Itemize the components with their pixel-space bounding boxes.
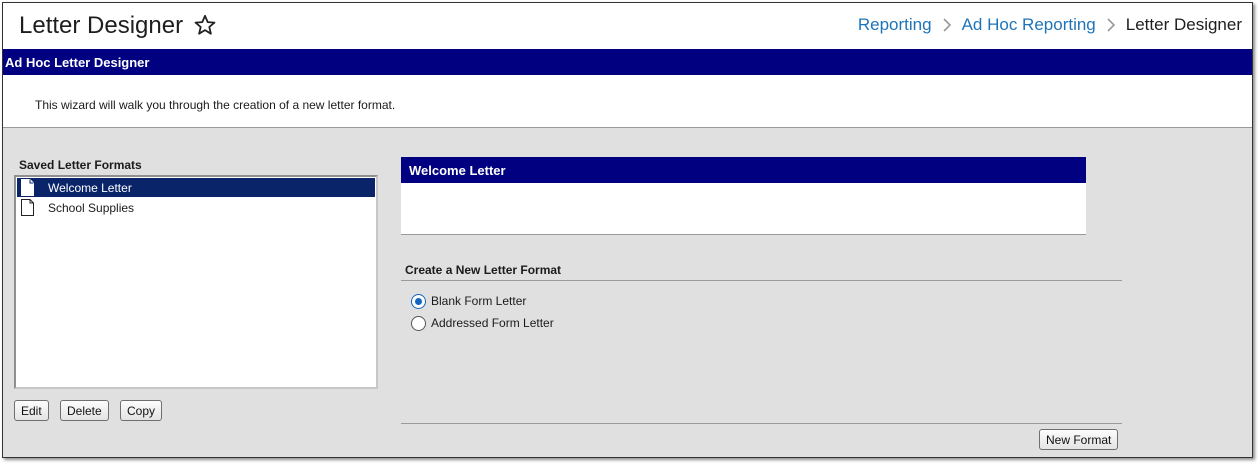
intro-text: This wizard will walk you through the cr… — [35, 98, 396, 112]
divider — [401, 280, 1122, 281]
delete-button[interactable]: Delete — [60, 400, 109, 421]
breadcrumb: Reporting Ad Hoc Reporting Letter Design… — [858, 15, 1242, 35]
addressed-form-letter-option[interactable]: Addressed Form Letter — [411, 314, 554, 332]
edit-button[interactable]: Edit — [14, 400, 49, 421]
saved-formats-label: Saved Letter Formats — [19, 158, 142, 172]
list-item-label: School Supplies — [48, 201, 135, 215]
star-icon[interactable] — [193, 13, 217, 37]
document-icon — [21, 199, 34, 216]
intro-panel: This wizard will walk you through the cr… — [3, 75, 1252, 128]
create-format-label: Create a New Letter Format — [405, 263, 562, 277]
blank-form-letter-option[interactable]: Blank Form Letter — [411, 292, 526, 310]
chevron-right-icon — [943, 18, 951, 32]
list-item-welcome-letter[interactable]: Welcome Letter — [17, 178, 375, 197]
document-icon — [21, 179, 34, 196]
breadcrumb-current: Letter Designer — [1125, 15, 1242, 34]
format-preview-panel: Welcome Letter — [401, 157, 1086, 235]
divider — [401, 423, 1122, 424]
radio-label: Addressed Form Letter — [431, 316, 554, 330]
page-title: Letter Designer — [19, 12, 184, 39]
tool-title-bar: Ad Hoc Letter Designer — [3, 49, 1252, 75]
new-format-button[interactable]: New Format — [1039, 429, 1119, 450]
list-item-school-supplies[interactable]: School Supplies — [17, 198, 375, 217]
list-item-label: Welcome Letter — [48, 181, 132, 195]
chevron-right-icon — [1107, 18, 1115, 32]
work-area: Saved Letter Formats Welcome Letter Scho… — [3, 128, 1252, 457]
radio-label: Blank Form Letter — [431, 294, 527, 308]
app-window: Letter Designer Reporting Ad Hoc Reporti… — [2, 2, 1253, 458]
page-header: Letter Designer Reporting Ad Hoc Reporti… — [3, 3, 1252, 49]
radio-button[interactable] — [411, 315, 426, 331]
saved-formats-list[interactable]: Welcome Letter School Supplies — [14, 175, 378, 389]
breadcrumb-reporting[interactable]: Reporting — [858, 15, 932, 35]
breadcrumb-ad-hoc-reporting[interactable]: Ad Hoc Reporting — [962, 15, 1096, 35]
copy-button[interactable]: Copy — [120, 400, 163, 421]
radio-button[interactable] — [411, 293, 426, 309]
preview-title: Welcome Letter — [401, 157, 1086, 183]
